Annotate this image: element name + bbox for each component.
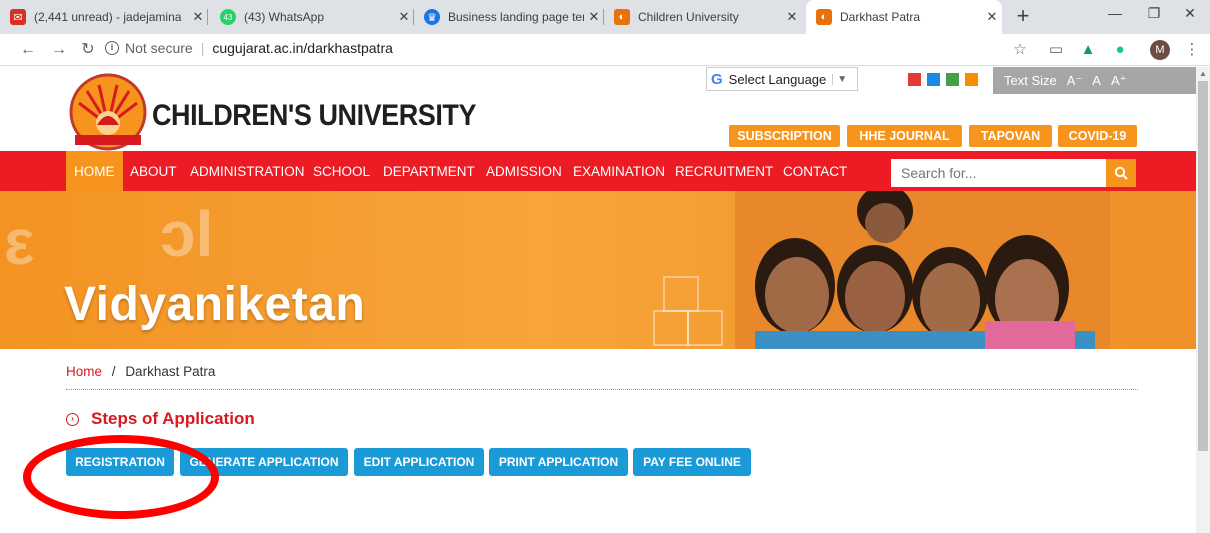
new-tab-button[interactable]: + [1010,4,1036,30]
tab-label: (2,441 unread) - jadejamina [34,10,182,24]
children-photo [735,191,1110,349]
nav-admission[interactable]: ADMISSION [486,151,562,191]
tab-label: (43) WhatsApp [244,10,325,24]
hhe-journal-button[interactable]: HHE JOURNAL [847,125,962,147]
site-icon: ◐ [614,9,630,25]
tab-close-icon[interactable]: ✕ [782,9,802,25]
theme-orange-swatch[interactable] [965,73,978,86]
text-size-normal[interactable]: A [1092,73,1101,88]
google-g-icon: G [711,70,723,88]
tab-whatsapp[interactable]: 43 (43) WhatsApp ✕ [210,0,414,34]
browser-toolbar: ← → ↻ i Not secure | cugujarat.ac.in/dar… [0,34,1210,66]
decorative-glyph: ɔl [160,198,214,270]
scroll-up-icon[interactable]: ▲ [1199,69,1207,78]
annotation-circle [23,435,219,519]
reload-icon[interactable]: ↻ [77,39,99,61]
crown-icon: ♛ [424,9,440,25]
text-size-decrease[interactable]: A⁻ [1067,73,1083,89]
site-search [891,159,1136,187]
tab-close-icon[interactable]: ✕ [188,9,208,25]
university-logo[interactable] [67,73,149,151]
extension-icon[interactable]: ▲ [1078,40,1098,60]
nav-examination[interactable]: EXAMINATION [573,151,665,191]
divider [66,389,1138,390]
language-selector[interactable]: G Select Language ▼ [706,67,858,91]
back-arrow-icon[interactable]: ← [17,39,39,61]
profile-avatar[interactable]: M [1150,40,1170,60]
forward-arrow-icon[interactable]: → [48,39,70,61]
breadcrumb-home-link[interactable]: Home [66,364,102,379]
browser-tab-strip: ✉ (2,441 unread) - jadejamina ✕ 43 (43) … [0,0,1210,34]
subscription-button[interactable]: SUBSCRIPTION [729,125,840,147]
search-button[interactable] [1106,159,1136,187]
page-banner: ε ɔl Vidyaniketan [0,191,1196,349]
pay-fee-online-button[interactable]: PAY FEE ONLINE [633,448,751,476]
dropdown-arrow-icon: ▼ [832,73,847,85]
grammarly-icon[interactable]: ● [1110,40,1130,60]
theme-blue-swatch[interactable] [927,73,940,86]
covid19-button[interactable]: COVID-19 [1058,125,1137,147]
security-label: Not secure [125,40,193,56]
edit-application-button[interactable]: EDIT APPLICATION [354,448,484,476]
nav-about[interactable]: ABOUT [130,151,177,191]
circle-chevron-icon: › [66,412,79,426]
tab-children-university[interactable]: ◐ Children University ✕ [604,0,802,34]
breadcrumb: Home / Darkhast Patra [66,364,215,379]
nav-school[interactable]: SCHOOL [313,151,370,191]
tab-label: Children University [638,10,739,24]
tab-close-icon[interactable]: ✕ [584,9,604,25]
abc-blocks-graphic [653,276,723,346]
theme-green-swatch[interactable] [946,73,959,86]
maximize-icon[interactable]: ❐ [1134,0,1174,30]
menu-dots-icon[interactable]: ⋮ [1182,40,1202,60]
print-application-button[interactable]: PRINT APPLICATION [489,448,628,476]
theme-red-swatch[interactable] [908,73,921,86]
site-icon: ◐ [816,9,832,25]
url-text: cugujarat.ac.in/darkhastpatra [212,40,393,56]
tab-business-landing[interactable]: ♛ Business landing page temp ✕ [414,0,604,34]
text-size-label: Text Size [1004,73,1057,88]
minimize-icon[interactable]: — [1095,0,1135,30]
decorative-glyph: ε [4,206,35,278]
nav-home[interactable]: HOME [66,151,123,191]
tab-darkhast-patra[interactable]: ◐ Darkhast Patra ✕ [806,0,1002,34]
tab-close-icon[interactable]: ✕ [394,9,414,25]
nav-recruitment[interactable]: RECRUITMENT [675,151,773,191]
search-input[interactable] [891,159,1106,187]
info-icon[interactable]: i [105,41,119,55]
page-scrollbar[interactable]: ▲ [1196,67,1210,533]
address-bar[interactable]: i Not secure | cugujarat.ac.in/darkhastp… [105,40,393,56]
tab-close-icon[interactable]: ✕ [982,9,1002,25]
search-icon [1114,166,1128,180]
language-selector-label: Select Language [728,71,827,87]
window-close-icon[interactable]: ✕ [1170,0,1210,30]
tapovan-button[interactable]: TAPOVAN [969,125,1052,147]
steps-heading: › Steps of Application [66,409,255,429]
steps-heading-text: Steps of Application [91,409,255,428]
text-size-increase[interactable]: A⁺ [1111,73,1127,89]
tab-label: Darkhast Patra [840,10,921,24]
whatsapp-icon: 43 [220,9,236,25]
site-brand-name[interactable]: CHILDREN'S UNIVERSITY [152,99,476,133]
breadcrumb-current: Darkhast Patra [125,364,216,379]
tab-label: Business landing page temp [448,10,584,24]
nav-contact[interactable]: CONTACT [783,151,847,191]
text-size-controls: Text Size A⁻ A A⁺ [993,67,1196,94]
breadcrumb-separator: / [111,364,116,379]
nav-department[interactable]: DEPARTMENT [383,151,475,191]
banner-title: Vidyaniketan [64,278,366,331]
bookmark-star-icon[interactable]: ☆ [1010,40,1030,60]
scrollbar-thumb[interactable] [1198,81,1208,451]
gmail-icon: ✉ [10,9,26,25]
tab-gmail[interactable]: ✉ (2,441 unread) - jadejamina ✕ [0,0,208,34]
nav-administration[interactable]: ADMINISTRATION [190,151,305,191]
reader-icon[interactable]: ▭ [1046,40,1066,60]
